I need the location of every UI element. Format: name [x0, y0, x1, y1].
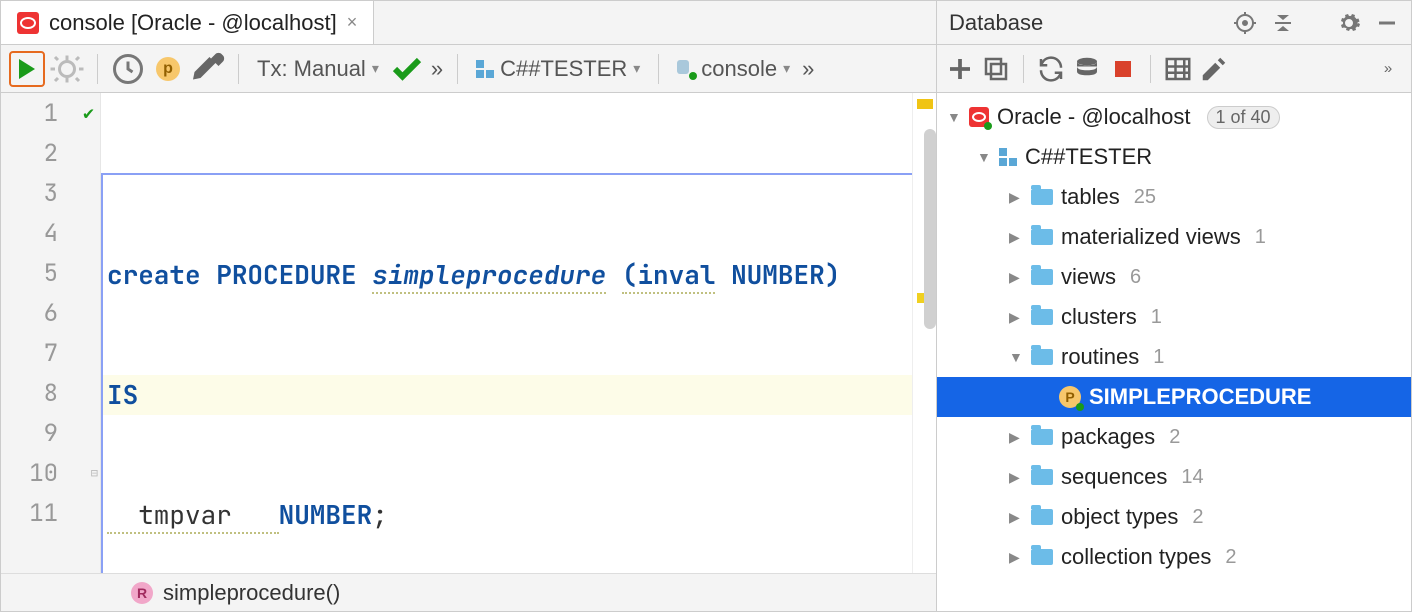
chevron-right-icon: ▶ — [1009, 469, 1023, 486]
copy-button[interactable] — [981, 54, 1011, 84]
database-tree[interactable]: ▼ Oracle - @localhost 1 of 40 ▼ C##TESTE… — [937, 93, 1411, 611]
tree-schema[interactable]: ▼ C##TESTER — [937, 137, 1411, 177]
tree-tables[interactable]: ▶ tables 25 — [937, 177, 1411, 217]
chevron-down-icon: ▼ — [1009, 349, 1023, 365]
schema-label: C##TESTER — [500, 56, 627, 82]
chevron-down-icon: ▼ — [977, 149, 991, 165]
breadcrumb-label: simpleprocedure() — [163, 580, 340, 606]
chevron-right-icon: ▶ — [1009, 309, 1023, 326]
run-button[interactable] — [9, 51, 45, 87]
tree-colltypes[interactable]: ▶ collection types 2 — [937, 537, 1411, 577]
oracle-icon — [969, 107, 989, 127]
tree-clusters[interactable]: ▶ clusters 1 — [937, 297, 1411, 337]
settings-button[interactable] — [190, 51, 226, 87]
tree-views[interactable]: ▶ views 6 — [937, 257, 1411, 297]
add-button[interactable] — [945, 54, 975, 84]
filter-button[interactable] — [1072, 54, 1102, 84]
database-toolbar: » — [937, 45, 1411, 93]
marker-strip[interactable] — [912, 93, 936, 573]
chevron-right-icon: ▶ — [1009, 229, 1023, 246]
tx-label: Tx: Manual — [257, 56, 366, 82]
datasource-count-badge: 1 of 40 — [1207, 106, 1280, 129]
toolbar-more-1[interactable]: » — [429, 51, 445, 87]
tree-packages[interactable]: ▶ packages 2 — [937, 417, 1411, 457]
gutter: 1✔ 2 3 4 5 6 7 8 9 10⊟ 11 — [1, 93, 101, 573]
stop-icon — [1115, 61, 1131, 77]
chevron-down-icon: ▾ — [783, 60, 790, 77]
history-button[interactable] — [110, 51, 146, 87]
toolbar-more-2[interactable]: » — [800, 51, 816, 87]
schema-icon — [999, 148, 1017, 166]
commit-button[interactable] — [389, 51, 425, 87]
folder-icon — [1031, 229, 1053, 245]
editor-area[interactable]: 1✔ 2 3 4 5 6 7 8 9 10⊟ 11 create PROCEDU… — [1, 93, 936, 573]
editor-tab-console[interactable]: console [Oracle - @localhost] × — [1, 1, 374, 44]
chevron-right-icon: ▶ — [1009, 189, 1023, 206]
database-panel-header: Database — [937, 1, 1411, 45]
folder-icon — [1031, 269, 1053, 285]
tree-routines[interactable]: ▼ routines 1 — [937, 337, 1411, 377]
chevron-down-icon: ▾ — [372, 60, 379, 77]
tx-mode-dropdown[interactable]: Tx: Manual ▾ — [251, 51, 385, 87]
tree-routine-item[interactable]: P SIMPLEPROCEDURE — [937, 377, 1411, 417]
chevron-right-icon: ▶ — [1009, 429, 1023, 446]
oracle-icon — [17, 12, 39, 34]
database-title: Database — [949, 10, 1219, 36]
debug-button[interactable] — [49, 51, 85, 87]
datasource-label: console — [701, 56, 777, 82]
chevron-right-icon: ▶ — [1009, 509, 1023, 526]
gear-icon[interactable] — [1337, 11, 1361, 35]
tree-datasource[interactable]: ▼ Oracle - @localhost 1 of 40 — [937, 97, 1411, 137]
breadcrumb[interactable]: R simpleprocedure() — [1, 573, 936, 611]
table-view-button[interactable] — [1163, 54, 1193, 84]
schema-dropdown[interactable]: C##TESTER ▾ — [470, 51, 646, 87]
schema-icon — [476, 60, 494, 78]
tab-title: console [Oracle - @localhost] — [49, 10, 337, 36]
folder-icon — [1031, 549, 1053, 565]
routine-icon: R — [131, 582, 153, 604]
tree-matviews[interactable]: ▶ materialized views 1 — [937, 217, 1411, 257]
datasource-label: Oracle - @localhost — [997, 104, 1191, 130]
more-button[interactable]: » — [1373, 54, 1403, 84]
code-editor[interactable]: create PROCEDURE simpleprocedure (inval … — [101, 93, 912, 573]
target-icon[interactable] — [1233, 11, 1257, 35]
close-icon[interactable]: × — [347, 12, 358, 33]
folder-icon — [1031, 189, 1053, 205]
play-icon — [19, 59, 35, 79]
schema-label: C##TESTER — [1025, 144, 1152, 170]
scrollbar-thumb[interactable] — [924, 129, 936, 329]
edit-button[interactable] — [1199, 54, 1229, 84]
chevron-right-icon: ▶ — [1009, 549, 1023, 566]
folder-icon — [1031, 509, 1053, 525]
procedure-icon: P — [1059, 386, 1081, 408]
procedure-badge[interactable]: p — [150, 51, 186, 87]
editor-tabbar: console [Oracle - @localhost] × — [1, 1, 936, 45]
folder-icon — [1031, 349, 1053, 365]
folder-icon — [1031, 429, 1053, 445]
tree-sequences[interactable]: ▶ sequences 14 — [937, 457, 1411, 497]
tree-objtypes[interactable]: ▶ object types 2 — [937, 497, 1411, 537]
refresh-button[interactable] — [1036, 54, 1066, 84]
minimize-icon[interactable] — [1375, 11, 1399, 35]
chevron-right-icon: ▶ — [1009, 269, 1023, 286]
collapse-icon[interactable] — [1271, 11, 1295, 35]
fold-icon[interactable]: ⊟ — [91, 465, 98, 481]
datasource-dropdown[interactable]: console ▾ — [671, 51, 796, 87]
chevron-down-icon: ▼ — [947, 109, 961, 125]
editor-toolbar: p Tx: Manual ▾ » C##TESTER ▾ — [1, 45, 936, 93]
chevron-down-icon: ▾ — [633, 60, 640, 77]
stop-button[interactable] — [1108, 54, 1138, 84]
warning-marker[interactable] — [917, 99, 933, 109]
folder-icon — [1031, 469, 1053, 485]
status-ok-icon: ✔ — [83, 102, 94, 125]
folder-icon — [1031, 309, 1053, 325]
datasource-icon — [677, 60, 695, 78]
